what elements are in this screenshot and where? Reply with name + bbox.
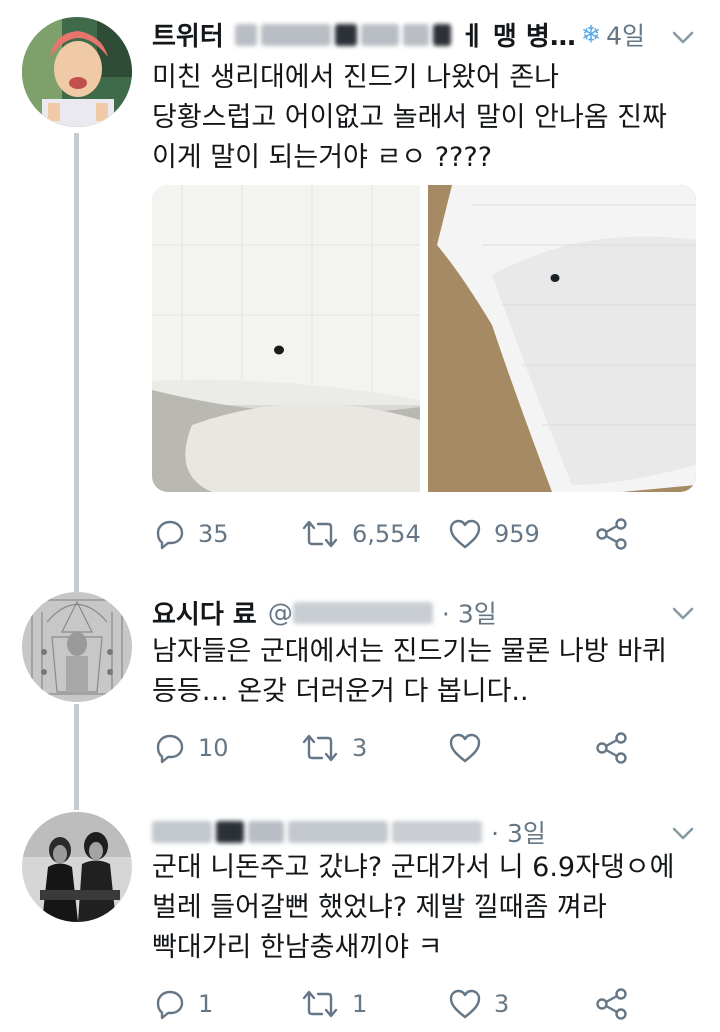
retweet-button[interactable]: 3 (300, 728, 367, 768)
redacted-handle (392, 821, 482, 843)
tweet-text-line: 이게 말이 되는거야 ㄹㅇ ???? (152, 142, 493, 173)
share-icon (596, 988, 627, 1020)
retweet-count: 6,554 (352, 520, 421, 548)
retweet-button[interactable]: 1 (300, 984, 367, 1024)
tweet-media[interactable] (152, 185, 696, 492)
redacted-handle (152, 821, 212, 843)
redacted-handle (292, 601, 433, 624)
photo-right[interactable] (428, 185, 696, 492)
display-name[interactable]: 트위터 (152, 22, 224, 52)
redacted-handle (402, 23, 429, 46)
like-button[interactable]: 959 (448, 514, 540, 554)
snowflake-icon: ❄ (580, 20, 602, 49)
redacted-handle (234, 23, 257, 46)
chevron-down-icon[interactable] (668, 818, 698, 848)
reply-icon (156, 734, 184, 764)
retweet-icon (302, 520, 338, 548)
retweet-button[interactable]: 6,554 (300, 514, 421, 554)
timestamp[interactable]: · 3일 (442, 600, 497, 629)
retweet-count: 3 (352, 734, 368, 762)
reply-icon (156, 990, 184, 1020)
reply-button[interactable]: 35 (154, 514, 229, 554)
tweet-text-line: 당황스럽고 어이없고 놀래서 말이 안나옴 진짜 (152, 102, 667, 133)
timestamp[interactable]: · 3일 (491, 819, 546, 848)
thread-line (74, 704, 79, 798)
retweet-icon (302, 990, 338, 1018)
heart-icon (449, 989, 481, 1019)
chevron-down-icon[interactable] (668, 22, 698, 52)
avatar[interactable] (22, 592, 132, 702)
retweet-count: 1 (352, 990, 368, 1018)
tweet-text-line: 미친 생리대에서 진드기 나왔어 존나 (152, 62, 559, 93)
reply-count: 10 (198, 734, 229, 762)
tweet-2[interactable]: 요시다 료 @ · 3일 남자들은 군대에서는 진드기는 물론 나방 바퀴 등등… (0, 578, 720, 798)
reply-icon (156, 520, 184, 550)
thread-line (74, 798, 79, 810)
redacted-handle (248, 821, 284, 843)
display-name-tail: ㅔ 맹 병… (459, 22, 576, 52)
like-button[interactable]: 3 (448, 984, 509, 1024)
reply-button[interactable]: 1 (154, 984, 213, 1024)
reply-count: 1 (198, 990, 214, 1018)
like-count: 3 (494, 990, 510, 1018)
tweet-text: 남자들은 군대에서는 진드기는 물론 나방 바퀴 등등… 온갖 더러운거 다 봅… (152, 632, 712, 712)
tweet-text-line: 군대 니돈주고 갔냐? 군대가서 니 6.9자댕ㅇ에 (152, 852, 675, 883)
share-icon (596, 732, 627, 764)
redacted-handle (216, 821, 244, 843)
tweet-text-line: 남자들은 군대에서는 진드기는 물론 나방 바퀴 (152, 636, 667, 667)
retweet-icon (302, 734, 338, 762)
share-icon (596, 518, 627, 550)
reply-button[interactable]: 10 (154, 728, 229, 768)
heart-icon (449, 733, 481, 763)
share-button[interactable] (594, 984, 630, 1024)
timestamp[interactable]: 4일 (606, 22, 645, 51)
tweet-3[interactable]: · 3일 군대 니돈주고 갔냐? 군대가서 니 6.9자댕ㅇ에 벌레 들어갈뻔 … (0, 798, 720, 1032)
tweet-text-line: 빡대가리 한남충새끼야 ㅋ (152, 932, 443, 963)
redacted-handle (360, 23, 399, 46)
heart-icon (449, 519, 481, 549)
photo-left[interactable] (152, 185, 420, 492)
redacted-handle (288, 821, 388, 843)
avatar[interactable] (22, 17, 132, 127)
tweet-text: 미친 생리대에서 진드기 나왔어 존나 당황스럽고 어이없고 놀래서 말이 안나… (152, 58, 712, 178)
like-button[interactable] (448, 728, 494, 768)
thread-line (74, 578, 79, 592)
like-count: 959 (494, 520, 540, 548)
tweet-text: 군대 니돈주고 갔냐? 군대가서 니 6.9자댕ㅇ에 벌레 들어갈뻔 했었냐? … (152, 848, 712, 968)
redacted-handle (260, 23, 331, 46)
tweet-text-line: 벌레 들어갈뻔 했었냐? 제발 낄때좀 껴라 (152, 892, 607, 923)
thread-line (74, 133, 79, 578)
reply-count: 35 (198, 520, 229, 548)
share-button[interactable] (594, 514, 630, 554)
chevron-down-icon[interactable] (668, 598, 698, 628)
redacted-handle (432, 23, 451, 46)
display-name[interactable]: 요시다 료 (152, 600, 257, 630)
redacted-handle (334, 23, 357, 46)
tweet-text-line: 등등… 온갖 더러운거 다 봅니다.. (152, 676, 529, 707)
share-button[interactable] (594, 728, 630, 768)
handle[interactable]: @ (268, 598, 293, 627)
tweet-1[interactable]: 트위터 ㅔ 맹 병… ❄ 4일 미친 생리대에서 진드기 나왔어 존나 당황스럽… (0, 0, 720, 578)
avatar[interactable] (22, 812, 132, 922)
